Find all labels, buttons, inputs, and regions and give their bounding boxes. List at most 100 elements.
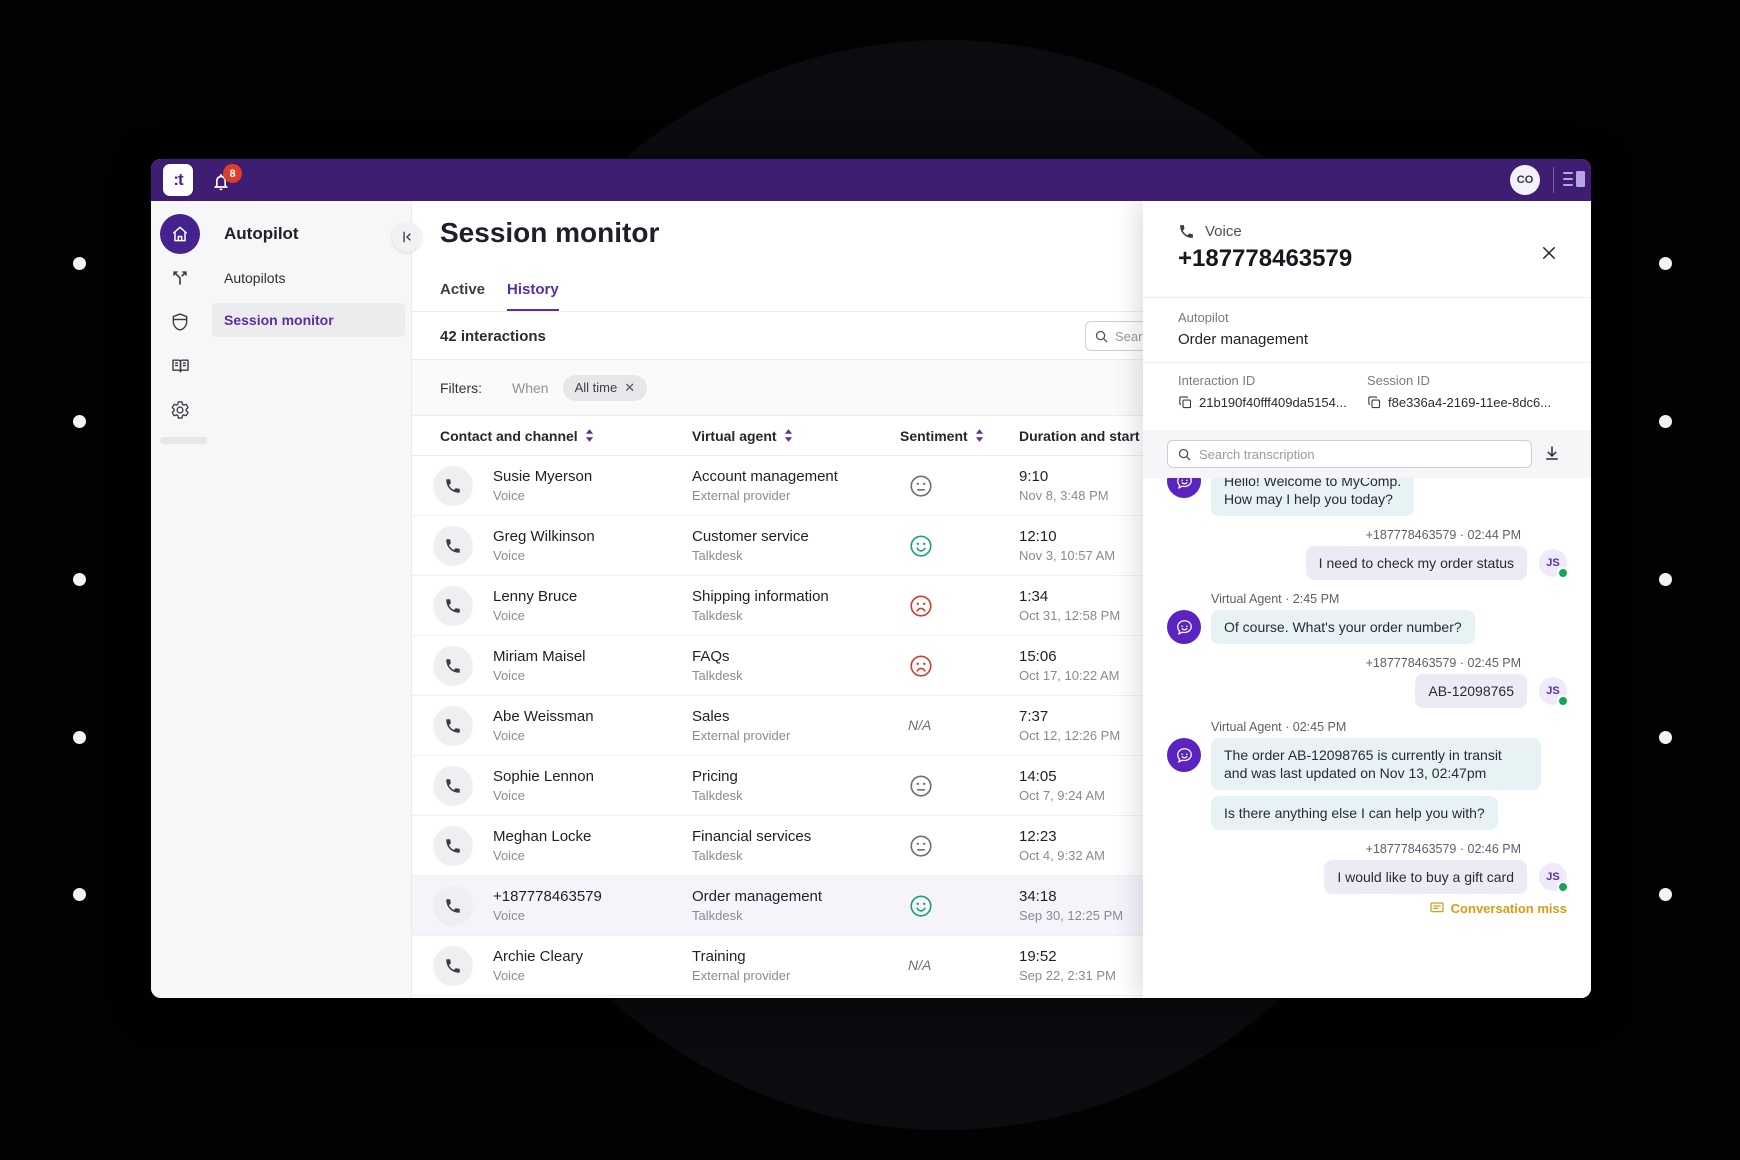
message-bubble: Of course. What's your order number? <box>1211 610 1475 644</box>
message-meta: +187778463579 · 02:44 PM <box>1167 528 1567 542</box>
sort-icon[interactable] <box>585 429 594 442</box>
shield-icon[interactable] <box>169 311 191 333</box>
tab-history[interactable]: History <box>507 281 559 312</box>
channel-type: Voice <box>493 968 583 983</box>
column-contact-and-channel[interactable]: Contact and channel <box>440 428 692 444</box>
contact-name: +187778463579 <box>493 888 602 905</box>
message-bubble: AB-12098765 <box>1415 674 1527 708</box>
phone-icon <box>444 957 462 975</box>
provider: External provider <box>692 488 900 503</box>
channel-type: Voice <box>493 728 594 743</box>
contact-avatar <box>433 946 473 986</box>
provider: Talkdesk <box>692 908 900 923</box>
column-label: Virtual agent <box>692 428 777 444</box>
agent-message: The order AB-12098765 is currently in tr… <box>1167 738 1567 790</box>
download-transcript-button[interactable] <box>1543 444 1561 462</box>
message-bubble: Is there anything else I can help you wi… <box>1211 796 1498 830</box>
book-icon[interactable] <box>169 355 191 377</box>
contact-avatar <box>433 526 473 566</box>
sentiment-na: N/A <box>908 957 931 973</box>
channel-type: Voice <box>493 608 577 623</box>
flow-icon[interactable] <box>169 267 191 289</box>
sidebar-divider <box>160 437 207 444</box>
search-icon <box>1094 329 1109 344</box>
sentiment-cell: N/A <box>900 957 1019 975</box>
message-meta: +187778463579 · 02:45 PM <box>1167 656 1567 670</box>
when-label: When <box>512 380 549 396</box>
gear-icon[interactable] <box>169 399 191 421</box>
phone-icon <box>444 597 462 615</box>
column-sentiment[interactable]: Sentiment <box>900 428 1019 444</box>
app-window: :t 8 CO Autopilot Autopilots <box>151 159 1591 998</box>
column-label: Contact and channel <box>440 428 578 444</box>
virtual-agent-avatar <box>1167 610 1201 644</box>
interaction-id-value: 21b190f40fff409da5154... <box>1199 395 1347 410</box>
provider: External provider <box>692 968 900 983</box>
tab-bar: Active History <box>440 281 559 312</box>
chip-close-icon[interactable]: ✕ <box>624 380 635 396</box>
virtual-agent-name: Training <box>692 948 900 965</box>
top-bar: :t 8 CO <box>151 159 1591 201</box>
conversation-flag-icon <box>1429 900 1445 916</box>
sidebar-title: Autopilot <box>224 224 299 244</box>
channel-type: Voice <box>493 788 594 803</box>
home-button[interactable] <box>160 214 200 254</box>
sentiment-cell <box>900 893 1019 919</box>
decorative-dot <box>73 731 86 744</box>
message-meta: +187778463579 · 02:46 PM <box>1167 842 1567 856</box>
provider: Talkdesk <box>692 548 900 563</box>
positive-sentiment-icon <box>908 533 934 559</box>
sidebar-item-autopilots[interactable]: Autopilots <box>224 270 285 286</box>
neutral-sentiment-icon <box>908 473 934 499</box>
agent-message: Of course. What's your order number? <box>1167 610 1567 644</box>
provider: Talkdesk <box>692 848 900 863</box>
decorative-dot <box>73 415 86 428</box>
close-panel-button[interactable] <box>1535 239 1563 267</box>
negative-sentiment-icon <box>908 593 934 619</box>
tab-active[interactable]: Active <box>440 281 485 312</box>
sort-icon[interactable] <box>975 429 984 442</box>
copy-icon <box>1178 395 1193 410</box>
phone-icon <box>444 897 462 915</box>
user-message: I need to check my order statusJS <box>1167 546 1567 580</box>
transcription-search-bar <box>1143 430 1591 478</box>
conversation-miss-flag[interactable]: Conversation miss <box>1167 900 1567 916</box>
virtual-agent-avatar <box>1167 478 1201 498</box>
decorative-dot <box>1659 573 1672 586</box>
virtual-agent-name: Customer service <box>692 528 900 545</box>
message-bubble: I would like to buy a gift card <box>1324 860 1527 894</box>
column-label: Sentiment <box>900 428 968 444</box>
contact-name: Miriam Maisel <box>493 648 586 665</box>
phone-icon <box>444 837 462 855</box>
panel-toggle-icon[interactable] <box>1563 170 1585 189</box>
message-bubble: The order AB-12098765 is currently in tr… <box>1211 738 1541 790</box>
interaction-id-copy[interactable]: 21b190f40fff409da5154... <box>1178 395 1347 410</box>
notifications-button[interactable]: 8 <box>211 169 245 197</box>
decorative-dot <box>1659 415 1672 428</box>
topbar-divider <box>1553 167 1554 193</box>
contact-avatar <box>433 466 473 506</box>
user-avatar[interactable]: CO <box>1510 165 1540 195</box>
virtual-agent-name: Sales <box>692 708 900 725</box>
transcription-search-input[interactable] <box>1199 447 1522 462</box>
phone-icon <box>444 717 462 735</box>
talkdesk-logo[interactable]: :t <box>163 164 193 196</box>
virtual-agent-icon <box>1175 746 1194 765</box>
neutral-sentiment-icon <box>908 773 934 799</box>
channel-type: Voice <box>493 908 602 923</box>
contact-avatar <box>433 586 473 626</box>
page-title: Session monitor <box>440 217 659 249</box>
collapse-icon <box>400 230 414 244</box>
sidebar-item-session-monitor[interactable]: Session monitor <box>212 303 405 337</box>
search-icon <box>1177 447 1192 462</box>
column-virtual-agent[interactable]: Virtual agent <box>692 428 900 444</box>
session-id-copy[interactable]: f8e336a4-2169-11ee-8dc6... <box>1367 395 1551 410</box>
contact-name: Sophie Lennon <box>493 768 594 785</box>
filters-label: Filters: <box>440 380 482 396</box>
sort-icon[interactable] <box>784 429 793 442</box>
panel-header: Voice +187778463579 <box>1143 201 1591 298</box>
ids-section: Interaction ID 21b190f40fff409da5154... … <box>1143 363 1591 430</box>
interactions-count: 42 interactions <box>440 328 546 345</box>
filter-chip-all-time[interactable]: All time ✕ <box>563 375 648 401</box>
collapse-sidebar-button[interactable] <box>392 222 422 252</box>
